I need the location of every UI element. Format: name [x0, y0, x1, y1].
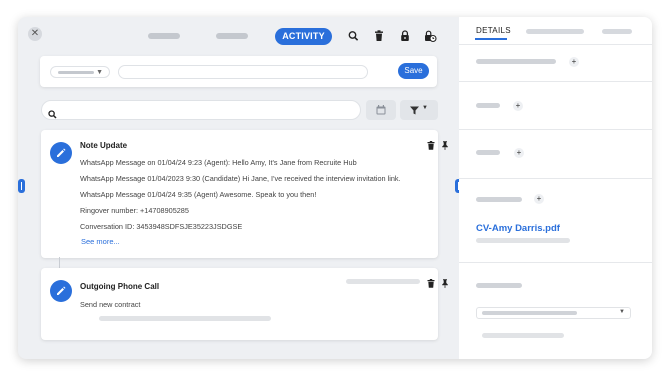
activity-line: Conversation ID: 3453948SDFSJE35223JSDGS…	[80, 222, 243, 231]
divider	[459, 81, 652, 82]
pin-icon[interactable]	[441, 275, 449, 288]
filter-button[interactable]: ▼	[400, 100, 438, 120]
plus-icon[interactable]: +	[534, 194, 544, 204]
section-title-placeholder	[476, 283, 522, 288]
compose-box: ▼ Save	[40, 56, 437, 87]
tab-details-underline	[475, 38, 507, 40]
calendar-button[interactable]	[366, 100, 396, 120]
lock-clock-icon[interactable]	[424, 29, 437, 43]
timestamp-placeholder	[346, 279, 420, 284]
section-title-placeholder	[476, 103, 500, 108]
app-window: ✕ ACTIVITY ▼ Save ▼ Note Update WhatsApp…	[18, 17, 652, 359]
divider	[459, 262, 652, 263]
compose-input[interactable]	[118, 65, 368, 79]
activity-card-call: Outgoing Phone Call Send new contract	[41, 268, 448, 340]
section-title-placeholder	[476, 197, 522, 202]
text-placeholder	[482, 333, 564, 338]
search-icon[interactable]	[348, 29, 360, 43]
details-panel: DETAILS + + + + CV-Amy Darris.pdf ▼	[459, 17, 652, 359]
chevron-down-icon: ▼	[422, 105, 428, 111]
section-title-placeholder	[476, 150, 500, 155]
details-select[interactable]: ▼	[476, 307, 631, 319]
plus-icon[interactable]: +	[514, 148, 524, 158]
close-icon[interactable]: ✕	[28, 27, 42, 41]
activity-avatar	[50, 280, 72, 302]
left-resize-handle[interactable]	[18, 179, 25, 193]
select-placeholder	[58, 71, 94, 74]
activity-line: Send new contract	[80, 300, 141, 309]
filter-icon	[410, 106, 419, 115]
activity-line: WhatsApp Message 01/04/2023 9:30 (Candid…	[80, 174, 401, 183]
see-more-link[interactable]: See more...	[81, 237, 120, 246]
card-title: Outgoing Phone Call	[80, 282, 160, 291]
save-button[interactable]: Save	[398, 63, 429, 79]
divider	[459, 44, 652, 45]
section-title-placeholder	[476, 59, 556, 64]
trash-icon[interactable]	[427, 275, 435, 288]
tab-placeholder-3[interactable]	[526, 29, 584, 34]
calendar-icon	[376, 105, 386, 115]
pencil-icon	[57, 148, 66, 157]
file-link[interactable]: CV-Amy Darris.pdf	[476, 223, 560, 234]
select-placeholder	[482, 311, 577, 315]
pin-icon[interactable]	[441, 137, 449, 150]
pencil-icon	[57, 286, 66, 295]
divider	[459, 178, 652, 179]
activity-card-note: Note Update WhatsApp Message on 01/04/24…	[41, 130, 448, 258]
chevron-down-icon: ▼	[619, 309, 625, 315]
activity-type-select[interactable]: ▼	[50, 66, 110, 78]
activity-line: WhatsApp Message 01/04/24 9:35 (Agent) A…	[80, 190, 317, 199]
search-input[interactable]	[41, 100, 361, 120]
lock-icon[interactable]	[400, 29, 412, 43]
trash-icon[interactable]	[427, 137, 435, 150]
card-title: Note Update	[80, 141, 128, 150]
text-placeholder	[99, 316, 271, 321]
activity-line: WhatsApp Message on 01/04/24 9:23 (Agent…	[80, 158, 357, 167]
tab-placeholder-2[interactable]	[216, 33, 248, 39]
file-meta-placeholder	[476, 238, 570, 243]
tab-activity[interactable]: ACTIVITY	[275, 28, 332, 45]
tab-details[interactable]: DETAILS	[476, 26, 511, 35]
tab-placeholder-4[interactable]	[602, 29, 632, 34]
trash-icon[interactable]	[374, 29, 386, 43]
chevron-down-icon: ▼	[96, 69, 103, 76]
divider	[459, 129, 652, 130]
activity-line: Ringover number: +14708905285	[80, 206, 189, 215]
search-icon	[48, 106, 57, 124]
plus-icon[interactable]: +	[513, 101, 523, 111]
tab-placeholder-1[interactable]	[148, 33, 180, 39]
activity-avatar	[50, 142, 72, 164]
plus-icon[interactable]: +	[569, 57, 579, 67]
